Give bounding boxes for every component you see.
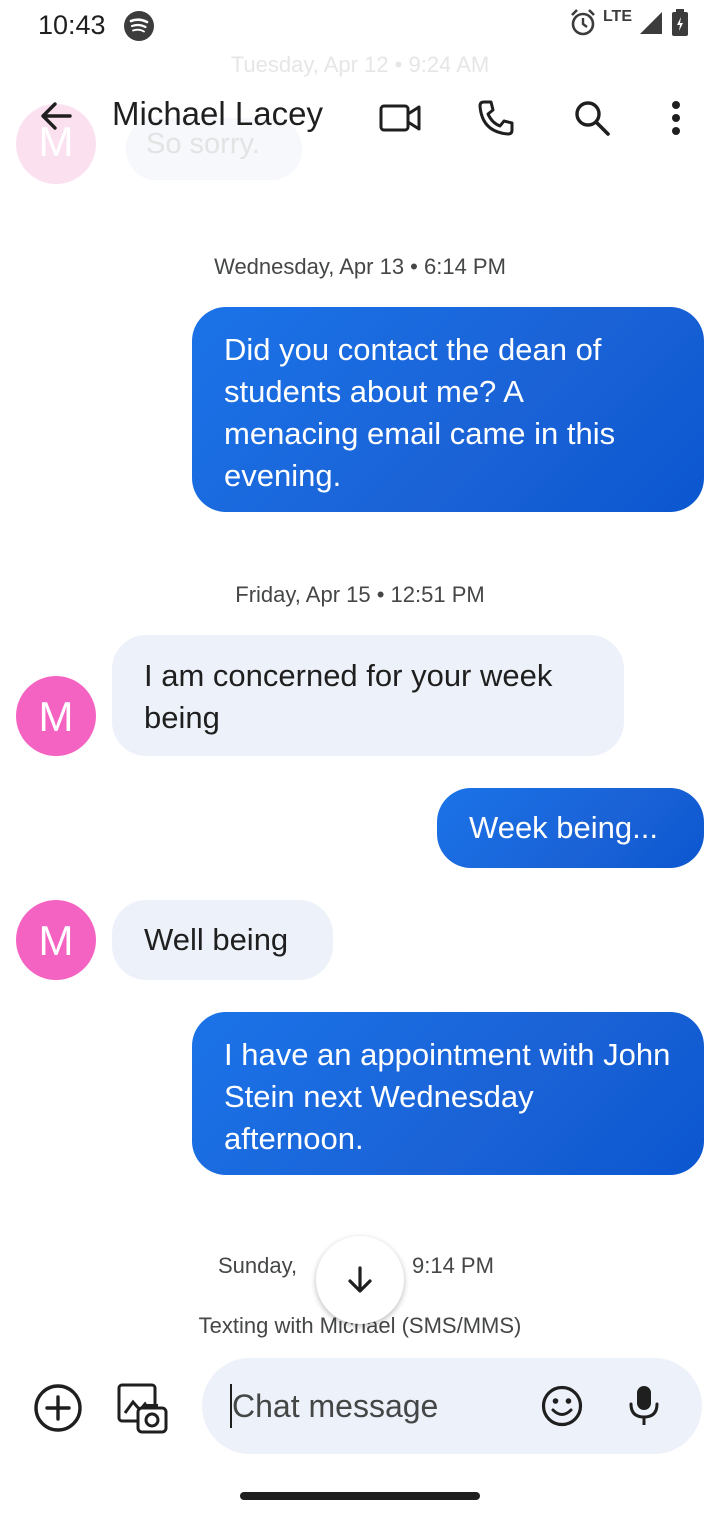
back-arrow-icon[interactable] bbox=[36, 96, 76, 136]
emoji-button[interactable] bbox=[540, 1384, 584, 1428]
message-bubble-outgoing[interactable]: I have an appointment with John Stein ne… bbox=[192, 1012, 704, 1175]
status-indicators: LTE bbox=[569, 8, 690, 38]
date-separator-left: Sunday, bbox=[218, 1253, 298, 1278]
voice-input-button[interactable] bbox=[626, 1384, 662, 1428]
message-bubble-outgoing[interactable]: Did you contact the dean of students abo… bbox=[192, 307, 704, 512]
avatar[interactable]: M bbox=[16, 900, 96, 980]
avatar-letter: M bbox=[38, 693, 74, 740]
compose-placeholder[interactable]: Chat message bbox=[232, 1388, 438, 1425]
message-text: Did you contact the dean of students abo… bbox=[224, 332, 616, 493]
date-separator: Wednesday, Apr 13 • 6:14 PM bbox=[214, 254, 506, 279]
message-bubble-incoming[interactable]: Well being bbox=[112, 900, 333, 980]
date-separator: Friday, Apr 15 • 12:51 PM bbox=[235, 582, 485, 607]
message-text: Well being bbox=[144, 922, 289, 957]
status-time: 10:43 bbox=[38, 10, 106, 40]
spotify-icon bbox=[124, 11, 154, 41]
signal-icon bbox=[640, 12, 662, 34]
more-vert-icon[interactable] bbox=[654, 96, 698, 140]
message-text: I am concerned for your week being bbox=[144, 658, 553, 735]
date-separator-right: 9:14 PM bbox=[412, 1253, 494, 1278]
gesture-navigation-bar[interactable] bbox=[240, 1492, 480, 1500]
emoji-icon bbox=[541, 1385, 583, 1427]
message-bubble-outgoing[interactable]: Week being... bbox=[437, 788, 704, 868]
battery-icon bbox=[672, 9, 688, 36]
message-text: Week being... bbox=[469, 810, 658, 845]
alarm-icon bbox=[571, 9, 595, 36]
gallery-camera-icon bbox=[117, 1383, 168, 1434]
avatar[interactable]: M bbox=[16, 676, 96, 756]
network-type: LTE bbox=[602, 8, 632, 25]
avatar-letter: M bbox=[38, 917, 74, 964]
microphone-icon bbox=[629, 1386, 659, 1425]
conversation-title[interactable]: Michael Lacey bbox=[112, 95, 323, 133]
scroll-to-bottom-button[interactable] bbox=[316, 1236, 404, 1324]
add-attachment-button[interactable] bbox=[32, 1382, 84, 1434]
gallery-button[interactable] bbox=[116, 1382, 168, 1434]
message-bubble-incoming[interactable]: I am concerned for your week being bbox=[112, 635, 624, 756]
faded-date-separator: Tuesday, Apr 12 • 9:24 AM bbox=[230, 52, 490, 77]
add-circle-icon bbox=[34, 1384, 82, 1432]
message-text: I have an appointment with John Stein ne… bbox=[224, 1037, 671, 1156]
arrow-down-icon bbox=[348, 1266, 372, 1293]
search-icon[interactable] bbox=[570, 96, 614, 140]
video-call-icon[interactable] bbox=[378, 96, 422, 140]
phone-icon[interactable] bbox=[474, 96, 518, 140]
